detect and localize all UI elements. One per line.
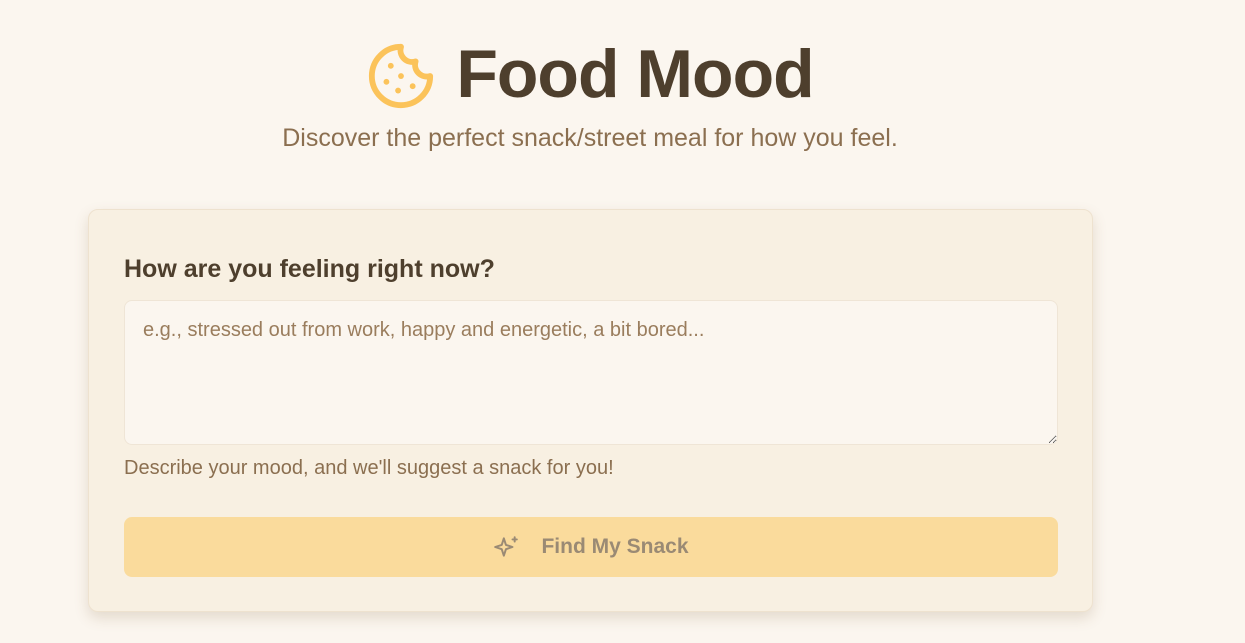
title-row: Food Mood — [0, 34, 1180, 114]
app-subtitle: Discover the perfect snack/street meal f… — [282, 124, 898, 152]
mood-input[interactable] — [124, 300, 1058, 445]
find-my-snack-label: Find My Snack — [541, 535, 689, 558]
mood-question-label: How are you feeling right now? — [124, 255, 495, 283]
mood-hint: Describe your mood, and we'll suggest a … — [124, 457, 614, 479]
sparkles-icon — [493, 534, 519, 560]
cookie-icon — [366, 41, 436, 111]
mood-form-card: How are you feeling right now? Describe … — [88, 209, 1093, 612]
find-my-snack-button[interactable]: Find My Snack — [124, 517, 1058, 577]
mood-input-wrapper — [124, 300, 1058, 445]
app-title: Food Mood — [456, 36, 814, 112]
